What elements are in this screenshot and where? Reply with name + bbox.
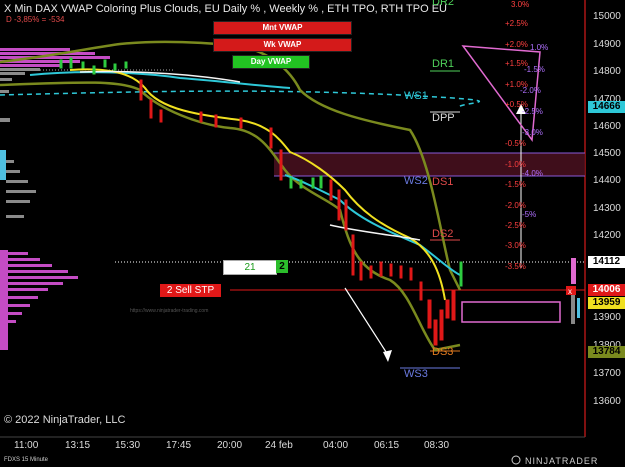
order-quantity-box[interactable]: 21 (223, 260, 277, 275)
time-axis-label: 11:00 (14, 440, 39, 451)
chart-title: X Min DAX VWAP Coloring Plus Clouds, EU … (4, 3, 447, 15)
daily-pct-label: -2.5% (505, 221, 526, 230)
weekly-pct-label: -4.0% (522, 169, 543, 178)
daily-pct-label: -3.0% (505, 241, 526, 250)
time-axis-label: 24 feb (265, 440, 293, 451)
daily-pct-label: -3.5% (505, 262, 526, 271)
price-axis-label: 14800 (593, 66, 621, 77)
ws3-label: WS3 (404, 368, 428, 380)
lower-cloud-band (0, 81, 461, 352)
weekly-pct-label: -2.5% (522, 107, 543, 116)
time-axis-label: 06:15 (374, 440, 400, 451)
daily-pct-label: 3.0% (511, 0, 530, 9)
ninjatrader-logo-icon (511, 455, 521, 465)
time-axis-label: 17:45 (166, 440, 192, 451)
daily-pct-label: +2.0% (505, 40, 528, 49)
pnl-readout: D -3,85% = -534 (6, 15, 65, 24)
daily-pct-label: -0.5% (505, 139, 526, 148)
weekly-pct-label: -1.5% (524, 65, 545, 74)
price-axis-label: 14400 (593, 175, 621, 186)
time-axis-label: 20:00 (217, 440, 243, 451)
ws2-label: WS2 (404, 175, 428, 187)
daily-pct-label: -1.0% (505, 160, 526, 169)
daily-pct-label: +2.5% (505, 19, 528, 28)
day-vwap-button[interactable]: Day VWAP (232, 55, 310, 69)
price-axis-label: 14600 (593, 121, 621, 132)
price-tag-last: 14112 (588, 256, 625, 268)
time-axis-label: 04:00 (323, 440, 349, 451)
weekly-pct-label: 1.0% (530, 43, 549, 52)
time-axis-label: 08:30 (424, 440, 450, 451)
price-tag-day-vwap: 14666 (588, 101, 625, 113)
price-tag-stop: 14006 (588, 284, 625, 296)
dr2-label: DR2 (432, 0, 455, 8)
ds3-label: DS3 (432, 346, 454, 358)
price-axis-label: 14200 (593, 230, 621, 241)
watermark: https://www.ninjatrader-trading.com (130, 308, 209, 314)
target-box (461, 301, 561, 323)
brand-name: NINJATRADER (525, 456, 599, 466)
price-axis-label: 13900 (593, 312, 621, 323)
weekly-pct-label: -2.0% (520, 86, 541, 95)
instrument-label: FDXS 15 Minute (4, 457, 49, 463)
weekly-pct-label: -3.0% (522, 128, 543, 137)
sell-stop-order[interactable]: 2 Sell STP (160, 284, 221, 297)
wk-vwap-button[interactable]: Wk VWAP (213, 38, 352, 52)
mnt-vwap-line (29, 71, 291, 89)
weekly-pct-label: -5% (522, 210, 537, 219)
ds1-label: DS1 (432, 176, 454, 188)
price-axis-label: 15000 (593, 11, 621, 22)
svg-text:x: x (568, 287, 572, 296)
price-axis-label: 14500 (593, 148, 621, 159)
price-axis-label: 14300 (593, 203, 621, 214)
order-count-badge[interactable]: 2 (276, 260, 288, 273)
ds2-label: DS2 (432, 228, 454, 240)
time-axis-label: 13:15 (65, 440, 91, 451)
dpp-label: DPP (432, 112, 455, 124)
price-axis-label: 14900 (593, 39, 621, 50)
edge-marker-pink (571, 258, 576, 284)
candles (59, 57, 463, 346)
day-vwap-line-a (284, 174, 461, 276)
ws1-label: WS1 (404, 90, 428, 102)
daily-pct-label: -2.0% (505, 201, 526, 210)
price-tag-cloud: 13784 (588, 346, 625, 358)
time-axis-label: 15:30 (115, 440, 141, 451)
trend-arrow (344, 287, 392, 362)
price-axis-label: 13700 (593, 368, 621, 379)
dr1-label: DR1 (432, 58, 455, 70)
daily-pct-label: -1.5% (505, 180, 526, 189)
price-tag-yellow-vwap: 13959 (588, 297, 625, 309)
price-axis-label: 13600 (593, 396, 621, 407)
copyright: © 2022 NinjaTrader, LLC (4, 414, 126, 426)
mnt-vwap-button[interactable]: Mnt VWAP (213, 21, 352, 35)
